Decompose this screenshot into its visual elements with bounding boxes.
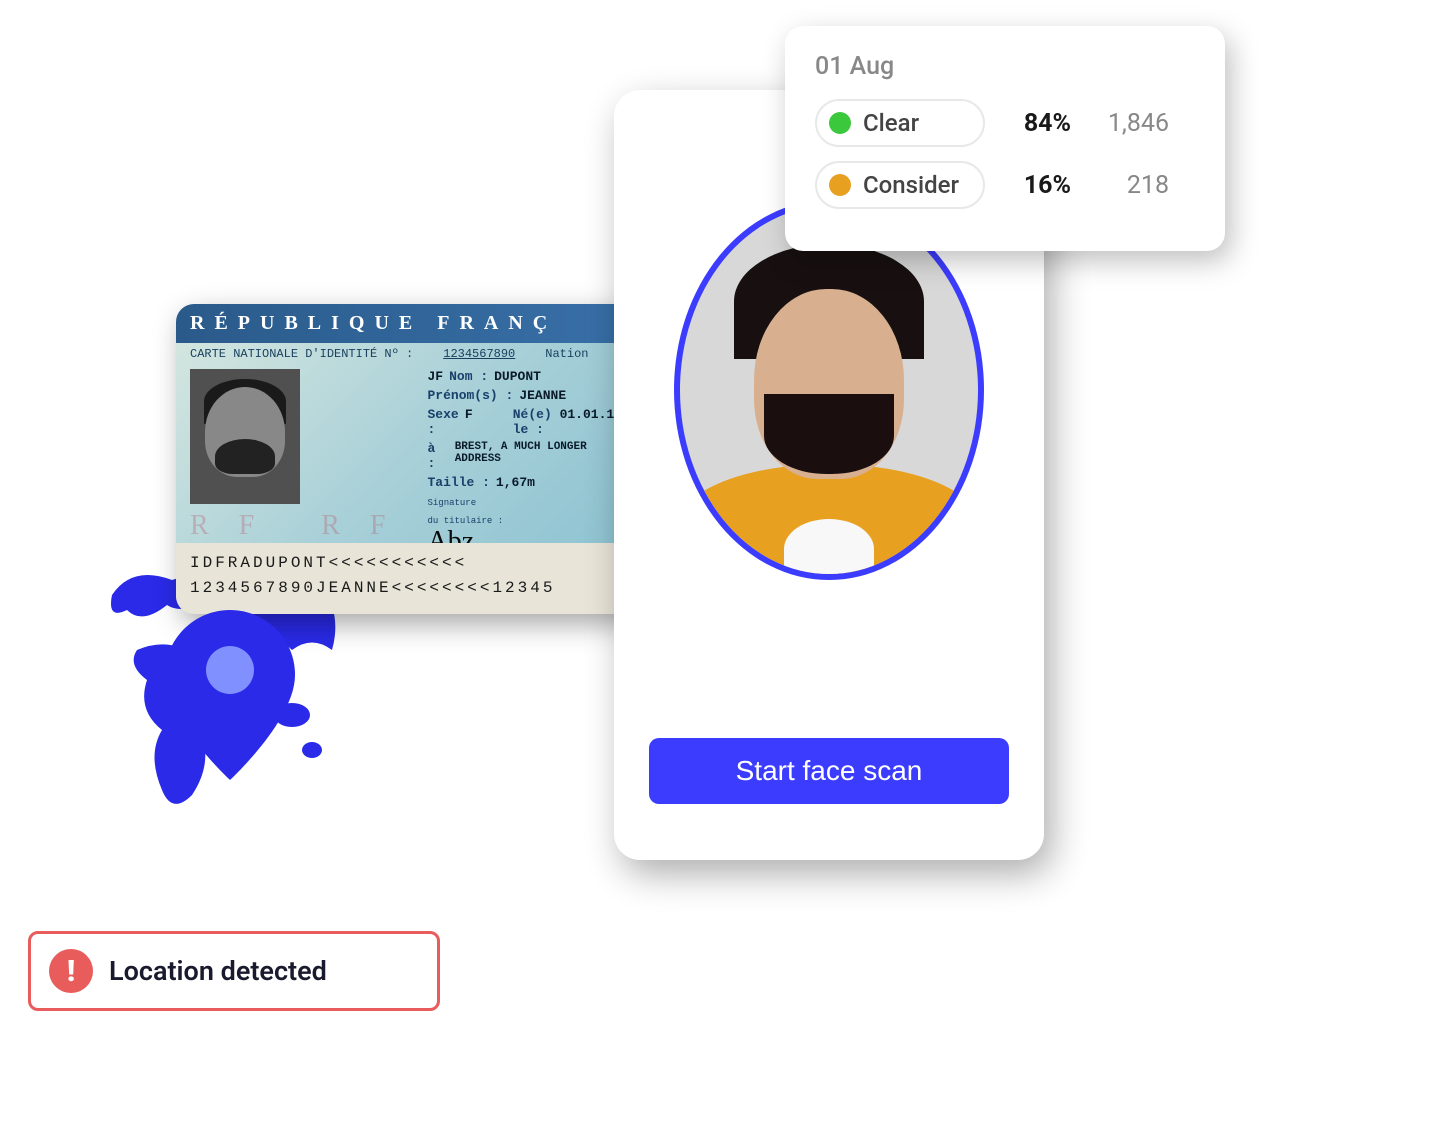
id-card-mrz: IDFRADUPONT<<<<<<<<<<< 1234567890JEANNE<… [176,543,636,614]
mrz-line-2: 1234567890JEANNE<<<<<<<<12345 [190,576,622,602]
location-detected-banner: ! Location detected [28,931,440,1011]
id-card: RÉPUBLIQUE FRANÇ CARTE NATIONALE D'IDENT… [176,304,636,614]
id-nom-label: Nom : [449,369,488,384]
id-a-value: BREST, A MUCH LONGER ADDRESS [455,441,622,471]
id-sexe-value: F [465,407,473,437]
id-card-photo [190,369,300,504]
face-capture-oval [674,200,984,580]
rf-watermark: RF RF [190,510,416,542]
dot-icon [829,174,851,196]
stat-label: Consider [863,171,959,199]
id-card-fields: JF Nom : DUPONT Prénom(s) : JEANNE Sexe … [428,369,623,558]
mrz-line-1: IDFRADUPONT<<<<<<<<<<< [190,551,622,577]
id-card-subtitle: CARTE NATIONALE D'IDENTITÉ Nº : [190,347,413,361]
id-ne-value: 01.01.19 [560,407,622,437]
stat-row-clear: Clear 84% 1,846 [815,99,1195,147]
id-taille-value: 1,67m [496,475,535,490]
face-portrait [699,234,959,574]
id-a-label: à : [428,441,449,471]
start-face-scan-button[interactable]: Start face scan [649,738,1009,804]
dot-icon [829,112,851,134]
id-sexe-label: Sexe : [428,407,459,437]
id-card-country-header: RÉPUBLIQUE FRANÇ [176,304,636,343]
stat-pill-consider[interactable]: Consider [815,161,985,209]
stat-percent: 16% [999,171,1071,200]
id-card-number: 1234567890 [443,347,515,361]
id-card-nationality-label: Nation [545,347,588,361]
id-signature-label2: du titulaire : [428,516,623,526]
id-nom-value: DUPONT [494,369,541,384]
stat-count: 1,846 [1085,109,1169,138]
id-signature-label1: Signature [428,498,623,508]
id-taille-label: Taille : [428,475,490,490]
alert-icon: ! [49,949,93,993]
id-prenom-label: Prénom(s) : [428,388,514,403]
id-jf: JF [428,369,444,384]
location-pin-icon [165,610,295,780]
stats-date: 01 Aug [815,52,1195,81]
stat-pill-clear[interactable]: Clear [815,99,985,147]
stat-count: 218 [1085,171,1169,200]
id-prenom-value: JEANNE [519,388,566,403]
stat-percent: 84% [999,109,1071,138]
location-detected-text: Location detected [109,955,327,987]
stats-panel: 01 Aug Clear 84% 1,846 Consider 16% 218 [785,26,1225,251]
stat-row-consider: Consider 16% 218 [815,161,1195,209]
id-ne-label: Né(e) le : [513,407,554,437]
id-card-subheader: CARTE NATIONALE D'IDENTITÉ Nº : 12345678… [176,343,636,365]
stat-label: Clear [863,109,919,137]
